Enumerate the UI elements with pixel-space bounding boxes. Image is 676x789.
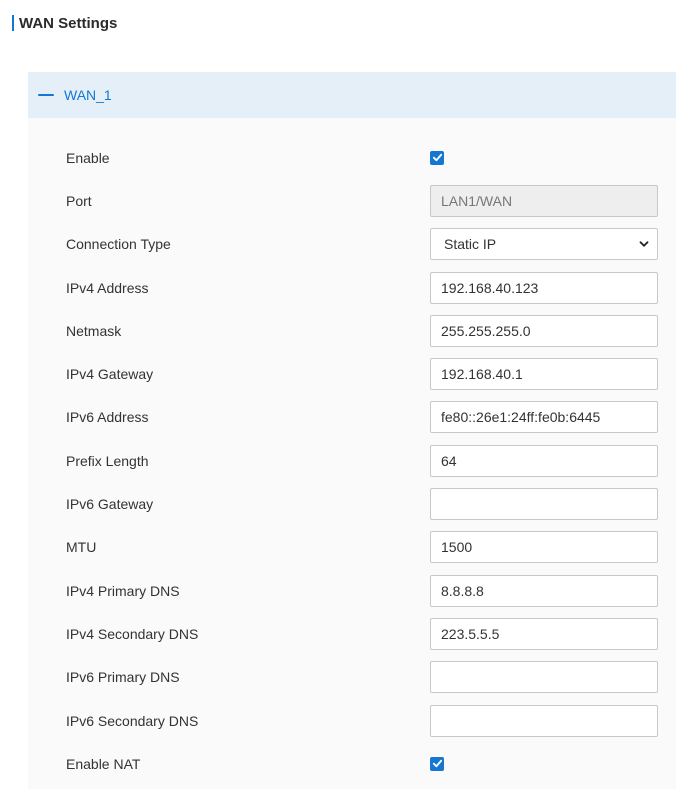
panel-title: WAN_1 xyxy=(64,87,112,103)
ipv6-secondary-dns-input[interactable] xyxy=(430,704,658,737)
row-ipv6-primary-dns: IPv6 Primary DNS xyxy=(28,656,676,699)
wan-settings-page: WAN Settings WAN_1 Enable Port Connectio… xyxy=(0,0,676,789)
ipv4-address-input[interactable] xyxy=(430,271,658,304)
port-label: Port xyxy=(66,192,92,209)
check-icon xyxy=(432,760,442,768)
row-netmask: Netmask xyxy=(28,309,676,352)
row-ipv4-address: IPv4 Address xyxy=(28,266,676,309)
row-ipv6-gateway: IPv6 Gateway xyxy=(28,482,676,525)
row-ipv4-gateway: IPv4 Gateway xyxy=(28,352,676,395)
enable-checkbox[interactable] xyxy=(430,150,444,165)
page-title: WAN Settings xyxy=(19,14,118,32)
ipv4-gateway-label: IPv4 Gateway xyxy=(66,366,154,383)
ipv6-gateway-label: IPv6 Gateway xyxy=(66,496,154,513)
ipv4-primary-dns-input[interactable] xyxy=(430,574,658,607)
row-enable: Enable xyxy=(28,136,676,179)
ipv6-address-input[interactable] xyxy=(430,401,658,434)
row-mtu: MTU xyxy=(28,526,676,569)
connection-type-label: Connection Type xyxy=(66,236,171,253)
row-ipv4-secondary-dns: IPv4 Secondary DNS xyxy=(28,612,676,655)
page-title-bar: WAN Settings xyxy=(12,12,664,34)
wan-1-panel-header[interactable]: WAN_1 xyxy=(28,72,676,118)
prefix-length-input[interactable] xyxy=(430,444,658,477)
ipv4-gateway-input[interactable] xyxy=(430,358,658,391)
ipv6-primary-dns-label: IPv6 Primary DNS xyxy=(66,669,180,686)
enable-nat-checkbox[interactable] xyxy=(430,756,444,771)
mtu-label: MTU xyxy=(66,539,97,556)
ipv4-address-label: IPv4 Address xyxy=(66,279,149,296)
prefix-length-label: Prefix Length xyxy=(66,452,149,469)
ipv6-address-label: IPv6 Address xyxy=(66,409,149,426)
row-ipv6-secondary-dns: IPv6 Secondary DNS xyxy=(28,699,676,742)
minus-icon[interactable] xyxy=(38,94,54,96)
row-enable-nat: Enable NAT xyxy=(28,742,676,785)
mtu-input[interactable] xyxy=(430,531,658,564)
ipv6-gateway-input[interactable] xyxy=(430,488,658,521)
connection-type-value: Static IP xyxy=(444,236,497,253)
port-input xyxy=(430,184,658,217)
ipv4-secondary-dns-label: IPv4 Secondary DNS xyxy=(66,625,199,642)
netmask-label: Netmask xyxy=(66,322,122,339)
ipv6-primary-dns-input[interactable] xyxy=(430,661,658,694)
row-port: Port xyxy=(28,179,676,222)
wan-1-panel: WAN_1 Enable Port Connection Type Sta xyxy=(28,72,676,789)
row-ipv4-primary-dns: IPv4 Primary DNS xyxy=(28,569,676,612)
ipv4-secondary-dns-input[interactable] xyxy=(430,617,658,650)
netmask-input[interactable] xyxy=(430,314,658,347)
ipv4-primary-dns-label: IPv4 Primary DNS xyxy=(66,582,180,599)
enable-label: Enable xyxy=(66,149,110,166)
row-prefix-length: Prefix Length xyxy=(28,439,676,482)
row-ipv6-address: IPv6 Address xyxy=(28,396,676,439)
connection-type-select[interactable]: Static IP xyxy=(430,228,658,261)
enable-nat-label: Enable NAT xyxy=(66,755,141,772)
row-connection-type: Connection Type Static IP xyxy=(28,223,676,266)
title-accent-bar xyxy=(12,15,14,31)
ipv6-secondary-dns-label: IPv6 Secondary DNS xyxy=(66,712,199,729)
chevron-down-icon xyxy=(639,241,649,247)
check-icon xyxy=(432,153,442,162)
wan-settings-form: Enable Port Connection Type Static IP xyxy=(28,136,676,785)
